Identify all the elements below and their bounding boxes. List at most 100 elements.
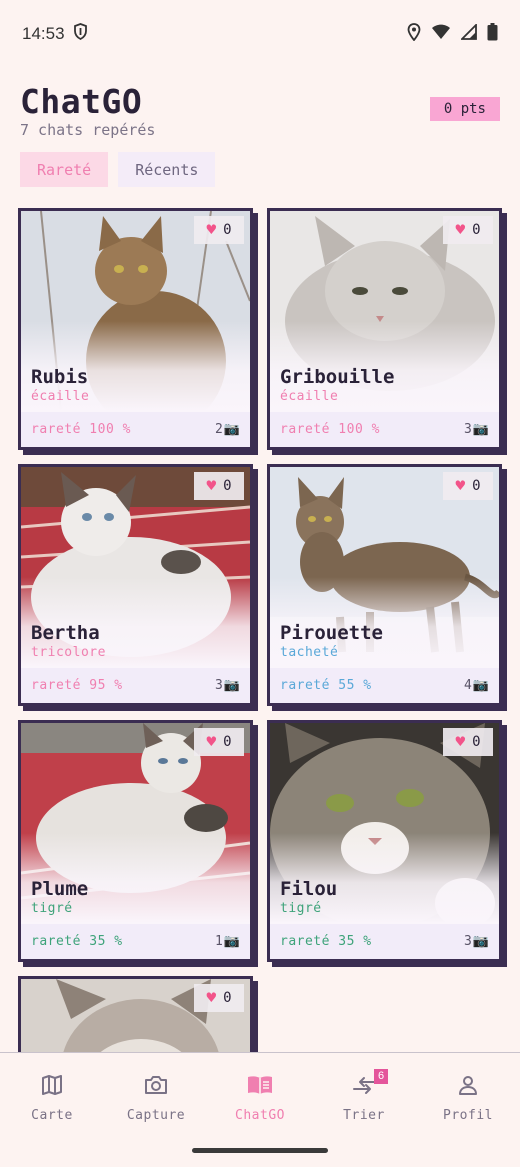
status-time: 14:53 — [22, 24, 65, 43]
cat-card[interactable]: ♥ 0 Bertha tricolore rareté 95 % 3 📷 — [18, 464, 253, 706]
card-footer: rareté 35 % 3 📷 — [270, 924, 499, 959]
cat-name: Bertha — [31, 622, 100, 644]
card-footer: rareté 55 % 4 📷 — [270, 668, 499, 703]
sort-tabs: Rareté Récents — [20, 152, 216, 187]
status-right — [407, 22, 498, 46]
camera-icon: 📷 — [472, 422, 489, 437]
like-count: 0 — [223, 478, 232, 494]
like-button[interactable]: ♥ 0 — [443, 216, 493, 244]
heart-icon: ♥ — [206, 988, 217, 1007]
card-footer: rareté 100 % 3 📷 — [270, 412, 499, 447]
cat-type: écaille — [31, 389, 90, 404]
nav-capture-label: Capture — [126, 1108, 186, 1123]
cat-card[interactable]: ♥ 0 Pirouette tacheté rareté 55 % 4 📷 — [267, 464, 502, 706]
cat-card[interactable]: ♥ 0 Gribouille écaille rareté 100 % 3 📷 — [267, 208, 502, 450]
like-button[interactable]: ♥ 0 — [194, 728, 244, 756]
heart-icon: ♥ — [455, 476, 466, 495]
like-button[interactable]: ♥ 0 — [194, 216, 244, 244]
cat-card[interactable]: ♥ 0 — [18, 976, 253, 1052]
nav-sort[interactable]: 6 Trier — [312, 1069, 416, 1123]
points-badge: 0 pts — [429, 97, 500, 121]
rarity-label: rareté 95 % — [31, 678, 123, 693]
battery-icon — [487, 22, 498, 46]
camera-icon — [143, 1073, 169, 1101]
photo-count: 3 📷 — [215, 678, 240, 693]
signal-icon — [459, 22, 477, 45]
rarity-label: rareté 35 % — [31, 934, 123, 949]
like-count: 0 — [472, 478, 481, 494]
like-count: 0 — [472, 734, 481, 750]
status-bar: 14:53 — [0, 0, 520, 68]
photo-count: 4 📷 — [464, 678, 489, 693]
cat-name: Filou — [280, 878, 338, 900]
like-count: 0 — [223, 734, 232, 750]
cat-type: écaille — [280, 389, 339, 404]
status-left: 14:53 — [22, 23, 88, 45]
location-icon — [407, 22, 421, 46]
camera-icon: 📷 — [472, 934, 489, 949]
cat-name: Gribouille — [280, 366, 395, 388]
card-footer: rareté 100 % 2 📷 — [21, 412, 250, 447]
nav-capture[interactable]: Capture — [104, 1073, 208, 1123]
heart-icon: ♥ — [455, 220, 466, 239]
nav-profile[interactable]: Profil — [416, 1073, 520, 1123]
person-icon — [456, 1073, 480, 1101]
cat-grid: ♥ 0 Rubis écaille rareté 100 % 2 📷 ♥ 0 G… — [18, 208, 508, 1052]
sort-badge: 6 — [374, 1069, 389, 1084]
card-footer: rareté 95 % 3 📷 — [21, 668, 250, 703]
wifi-icon — [431, 24, 451, 45]
cat-type: tigré — [280, 901, 322, 916]
camera-icon: 📷 — [223, 678, 240, 693]
nav-chatgo-label: ChatGO — [235, 1108, 285, 1123]
shield-icon — [73, 23, 88, 45]
photo-count: 3 📷 — [464, 422, 489, 437]
page-title: ChatGO — [20, 82, 143, 121]
book-icon — [246, 1073, 274, 1101]
nav-profile-label: Profil — [443, 1108, 493, 1123]
heart-icon: ♥ — [206, 476, 217, 495]
camera-icon: 📷 — [472, 678, 489, 693]
nav-map-label: Carte — [31, 1108, 73, 1123]
nav-map[interactable]: Carte — [0, 1073, 104, 1123]
cat-type: tricolore — [31, 645, 106, 660]
tab-rarity[interactable]: Rareté — [20, 152, 109, 187]
nav-sort-label: Trier — [343, 1108, 385, 1123]
photo-count-value: 3 — [214, 678, 223, 693]
cats-count: 7 chats repérés — [20, 121, 156, 139]
cat-card[interactable]: ♥ 0 Filou tigré rareté 35 % 3 📷 — [267, 720, 502, 962]
photo-count-value: 2 — [214, 422, 223, 437]
photo-count-value: 1 — [214, 934, 223, 949]
like-button[interactable]: ♥ 0 — [443, 728, 493, 756]
camera-icon: 📷 — [223, 422, 240, 437]
photo-count: 3 📷 — [464, 934, 489, 949]
cat-name: Rubis — [31, 366, 89, 388]
cat-type: tacheté — [280, 645, 339, 660]
like-count: 0 — [472, 222, 481, 238]
cat-card[interactable]: ♥ 0 Plume tigré rareté 35 % 1 📷 — [18, 720, 253, 962]
photo-count-value: 3 — [463, 934, 472, 949]
page-header: ChatGO 7 chats repérés 0 pts — [20, 82, 500, 139]
rarity-label: rareté 35 % — [280, 934, 372, 949]
cat-type: tigré — [31, 901, 73, 916]
photo-count: 2 📷 — [215, 422, 240, 437]
cat-card[interactable]: ♥ 0 Rubis écaille rareté 100 % 2 📷 — [18, 208, 253, 450]
heart-icon: ♥ — [206, 220, 217, 239]
gesture-bar[interactable] — [192, 1148, 328, 1153]
photo-count-value: 4 — [463, 678, 472, 693]
photo-count-value: 3 — [463, 422, 472, 437]
like-button[interactable]: ♥ 0 — [194, 984, 244, 1012]
tab-recent[interactable]: Récents — [118, 152, 216, 187]
rarity-label: rareté 55 % — [280, 678, 372, 693]
rarity-label: rareté 100 % — [280, 422, 380, 437]
photo-count: 1 📷 — [215, 934, 240, 949]
heart-icon: ♥ — [455, 732, 466, 751]
cat-name: Plume — [31, 878, 89, 900]
like-button[interactable]: ♥ 0 — [443, 472, 493, 500]
card-footer: rareté 35 % 1 📷 — [21, 924, 250, 959]
nav-chatgo[interactable]: ChatGO — [208, 1073, 312, 1123]
cat-name: Pirouette — [280, 622, 383, 644]
camera-icon: 📷 — [223, 934, 240, 949]
heart-icon: ♥ — [206, 732, 217, 751]
like-button[interactable]: ♥ 0 — [194, 472, 244, 500]
like-count: 0 — [223, 990, 232, 1006]
